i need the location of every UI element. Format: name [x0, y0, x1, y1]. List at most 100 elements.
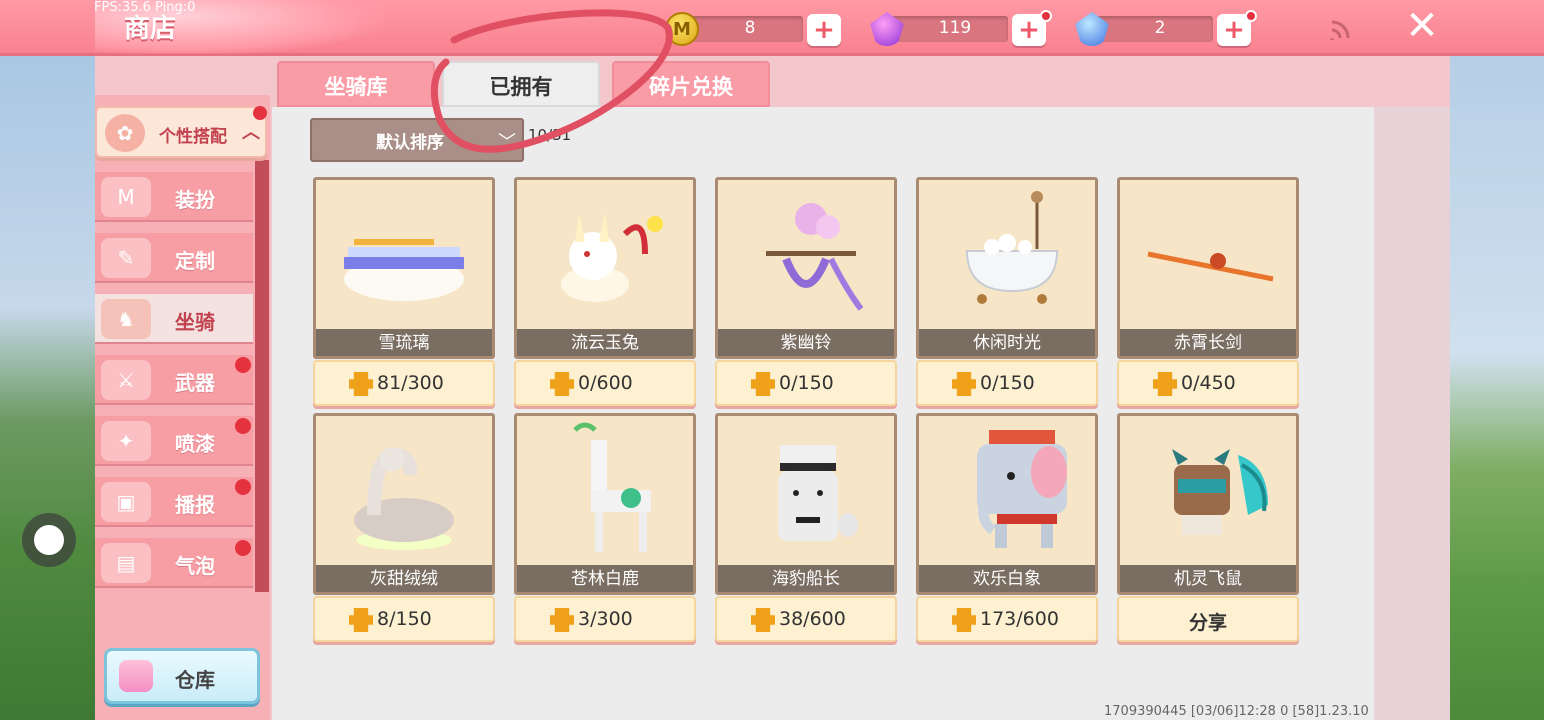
- progress-label: 3/300: [578, 608, 633, 630]
- signal-icon: [1330, 18, 1354, 42]
- item-image: [316, 416, 492, 564]
- coin-icon: M: [665, 12, 699, 46]
- progress-label: 81/300: [377, 372, 444, 394]
- puzzle-piece-icon: [952, 608, 976, 632]
- item-card[interactable]: 流云玉兔: [514, 177, 696, 359]
- fragment-progress[interactable]: 0/600: [514, 360, 696, 406]
- tab-mount-library[interactable]: 坐骑库: [277, 61, 435, 107]
- item-image: [919, 416, 1095, 564]
- progress-label: 0/600: [578, 372, 633, 394]
- item-name: 雪琉璃: [316, 329, 492, 356]
- fragment-progress[interactable]: 0/150: [916, 360, 1098, 406]
- sidebar-item-spray[interactable]: ✦ 喷漆: [95, 416, 253, 466]
- mount-icon: ♞: [101, 299, 151, 339]
- item-name: 紫幽铃: [718, 329, 894, 356]
- item-card[interactable]: 灰甜绒绒: [313, 413, 495, 595]
- notification-dot: [1245, 10, 1257, 22]
- puzzle-piece-icon: [751, 608, 775, 632]
- puzzle-piece-icon: [1153, 372, 1177, 396]
- item-image: [1120, 180, 1296, 328]
- sidebar-item-weapon[interactable]: ⚔ 武器: [95, 355, 253, 405]
- sidebar-section-label: 个性搭配: [159, 127, 227, 147]
- fragment-progress[interactable]: 0/150: [715, 360, 897, 406]
- item-card[interactable]: 机灵飞鼠: [1117, 413, 1299, 595]
- progress-label: 8/150: [377, 608, 432, 630]
- sidebar-item-label: 播报: [175, 493, 215, 517]
- storage-button[interactable]: 仓库: [104, 648, 260, 704]
- broadcast-icon: ▣: [101, 482, 151, 522]
- item-card[interactable]: 赤霄长剑: [1117, 177, 1299, 359]
- fragment-progress[interactable]: 8/150: [313, 596, 495, 642]
- item-image: [718, 416, 894, 564]
- share-label: 分享: [1188, 612, 1227, 634]
- progress-label: 38/600: [779, 608, 846, 630]
- assistant-dot: [34, 525, 64, 555]
- floating-assistant-button[interactable]: [22, 513, 76, 567]
- progress-label: 0/150: [779, 372, 834, 394]
- flower-icon: ✿: [105, 114, 145, 152]
- sidebar-item-mount[interactable]: ♞ 坐骑: [95, 294, 253, 344]
- blue-gem-amount: 2: [1154, 18, 1166, 38]
- tab-label: 坐骑库: [324, 75, 388, 99]
- close-button[interactable]: ✕: [1402, 6, 1442, 46]
- chevron-up-icon: ︿: [242, 122, 260, 143]
- top-bar: FPS:35.6 Ping:0 商店 M 8 + 119 + 2 + ✕: [0, 0, 1544, 56]
- share-button[interactable]: 分享: [1117, 596, 1299, 642]
- item-card[interactable]: 休闲时光: [916, 177, 1098, 359]
- add-coin-button[interactable]: +: [807, 14, 841, 46]
- puzzle-piece-icon: [349, 608, 373, 632]
- fragment-progress[interactable]: 3/300: [514, 596, 696, 642]
- item-image: [517, 180, 693, 328]
- item-card[interactable]: 苍林白鹿: [514, 413, 696, 595]
- coin-amount: 8: [744, 18, 756, 38]
- sort-label: 默认排序: [376, 133, 444, 153]
- fragment-progress[interactable]: 0/450: [1117, 360, 1299, 406]
- puzzle-piece-icon: [349, 372, 373, 396]
- tab-label: 碎片兑换: [649, 75, 733, 99]
- sidebar-section-personal[interactable]: ✿ 个性搭配 ︿: [95, 106, 267, 158]
- item-name: 流云玉兔: [517, 329, 693, 356]
- tab-label: 已拥有: [489, 75, 553, 99]
- weapon-icon: ⚔: [101, 360, 151, 400]
- progress-label: 0/150: [980, 372, 1035, 394]
- bubble-icon: ▤: [101, 543, 151, 583]
- spray-icon: ✦: [101, 421, 151, 461]
- tab-fragment-exchange[interactable]: 碎片兑换: [612, 61, 770, 107]
- chevron-down-icon: ﹀: [498, 132, 516, 153]
- content-margin: [1374, 107, 1450, 720]
- background-scenery-left: [0, 56, 95, 720]
- purple-gem-currency: 119 +: [870, 10, 1052, 46]
- item-image: [1120, 416, 1296, 564]
- customize-icon: ✎: [101, 238, 151, 278]
- owned-count: 10/31: [528, 126, 572, 144]
- sort-dropdown[interactable]: 默认排序 ﹀: [310, 118, 524, 162]
- sidebar-item-label: 喷漆: [175, 432, 215, 456]
- fragment-progress[interactable]: 38/600: [715, 596, 897, 642]
- progress-label: 0/450: [1181, 372, 1236, 394]
- notification-dot: [235, 418, 251, 434]
- item-card[interactable]: 雪琉璃: [313, 177, 495, 359]
- item-name: 赤霄长剑: [1120, 329, 1296, 356]
- sidebar-divider: [255, 160, 269, 592]
- item-image: [718, 180, 894, 328]
- item-image: [919, 180, 1095, 328]
- item-card[interactable]: 紫幽铃: [715, 177, 897, 359]
- item-image: [316, 180, 492, 328]
- notification-dot: [235, 357, 251, 373]
- item-card[interactable]: 欢乐白象: [916, 413, 1098, 595]
- item-name: 机灵飞鼠: [1120, 565, 1296, 592]
- item-name: 欢乐白象: [919, 565, 1095, 592]
- fragment-progress[interactable]: 81/300: [313, 360, 495, 406]
- fragment-progress[interactable]: 173/600: [916, 596, 1098, 642]
- sidebar-item-bubble[interactable]: ▤ 气泡: [95, 538, 253, 588]
- notification-dot: [1040, 10, 1052, 22]
- sidebar-item-customize[interactable]: ✎ 定制: [95, 233, 253, 283]
- sidebar-item-broadcast[interactable]: ▣ 播报: [95, 477, 253, 527]
- footer-info: 1709390445 [03/06]12:28 0 [58]1.23.10: [1104, 704, 1369, 719]
- item-card[interactable]: 海豹船长: [715, 413, 897, 595]
- puzzle-piece-icon: [751, 372, 775, 396]
- sidebar-item-label: 武器: [175, 371, 215, 395]
- item-name: 苍林白鹿: [517, 565, 693, 592]
- tab-owned[interactable]: 已拥有: [442, 61, 600, 107]
- sidebar-item-outfit[interactable]: M 装扮: [95, 172, 253, 222]
